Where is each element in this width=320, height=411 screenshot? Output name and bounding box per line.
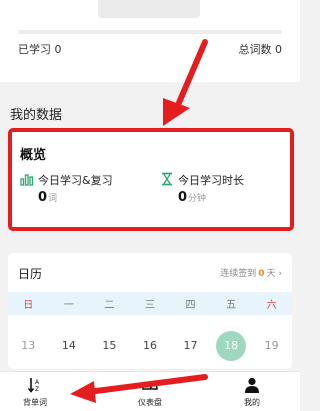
calendar-date[interactable]: 13 [13, 331, 43, 361]
overview-card[interactable]: 概览 今日学习&复习 0词 今日学习时长 0分钟 [8, 128, 294, 231]
my-data-heading: 我的数据 [10, 108, 63, 123]
sort-az-icon: A Z [27, 378, 40, 393]
weekday-row: 日 一 二 三 四 五 六 [8, 292, 292, 315]
calendar-date[interactable]: 16 [135, 331, 165, 361]
nav-item-profile[interactable]: 我的 [222, 376, 282, 410]
calendar-date[interactable]: 14 [54, 331, 84, 361]
progress-card: 已学习 0 总词数 0 [0, 0, 300, 82]
dashboard-icon [142, 381, 158, 390]
svg-text:Z: Z [35, 386, 39, 393]
nav-label-profile: 我的 [244, 398, 260, 407]
checkin-count: 0 [258, 269, 265, 279]
total-word-count: 总词数 0 [238, 43, 283, 56]
nav-item-words[interactable]: A Z 背单词 [5, 376, 65, 410]
calendar-date-today[interactable]: 18 [216, 331, 247, 361]
progress-top-block [98, 0, 200, 18]
progress-bar [18, 30, 282, 34]
calendar-card: 日历 连续签到 0 天 › 日 一 二 三 四 五 六 13 14 15 16 17… [8, 253, 292, 369]
weekday-thu: 四 [185, 300, 196, 311]
today-time-metric: 今日学习时长 0分钟 [160, 172, 290, 212]
today-time-value: 0分钟 [178, 190, 207, 205]
calendar-date[interactable]: 17 [176, 331, 206, 361]
progress-stats: 已学习 0 总词数 0 [18, 41, 283, 56]
checkin-streak-link[interactable]: 连续签到 0 天 › [220, 266, 282, 279]
weekday-wed: 三 [144, 300, 155, 311]
calendar-date[interactable]: 19 [257, 331, 287, 361]
weekday-tue: 二 [104, 300, 115, 311]
nav-item-dashboard[interactable]: 仪表盘 [120, 376, 180, 410]
today-words-value: 0词 [38, 190, 58, 205]
chevron-right-icon: › [278, 269, 282, 279]
today-time-label: 今日学习时长 [178, 174, 244, 187]
today-time-unit: 分钟 [188, 194, 207, 204]
weekday-fri: 五 [226, 300, 237, 311]
weekday-sun: 日 [23, 300, 34, 311]
person-icon [245, 377, 259, 393]
today-words-unit: 词 [48, 194, 58, 204]
date-row: 13 14 15 16 17 18 19 [8, 331, 292, 361]
bottom-nav: A Z 背单词 仪表盘 我的 [0, 371, 300, 411]
overview-title: 概览 [20, 148, 47, 163]
hourglass-icon [162, 172, 172, 186]
weekday-sat: 六 [266, 300, 277, 311]
calendar-date[interactable]: 15 [94, 331, 124, 361]
learned-count: 已学习 0 [18, 43, 62, 56]
today-words-label: 今日学习&复习 [38, 174, 113, 187]
today-words-metric: 今日学习&复习 0词 [20, 172, 150, 212]
nav-label-words: 背单词 [23, 398, 47, 407]
svg-text:A: A [35, 379, 40, 386]
calendar-title: 日历 [18, 267, 43, 281]
nav-label-dashboard: 仪表盘 [138, 398, 162, 407]
bar-chart-icon [20, 174, 34, 186]
weekday-mon: 一 [63, 300, 74, 311]
